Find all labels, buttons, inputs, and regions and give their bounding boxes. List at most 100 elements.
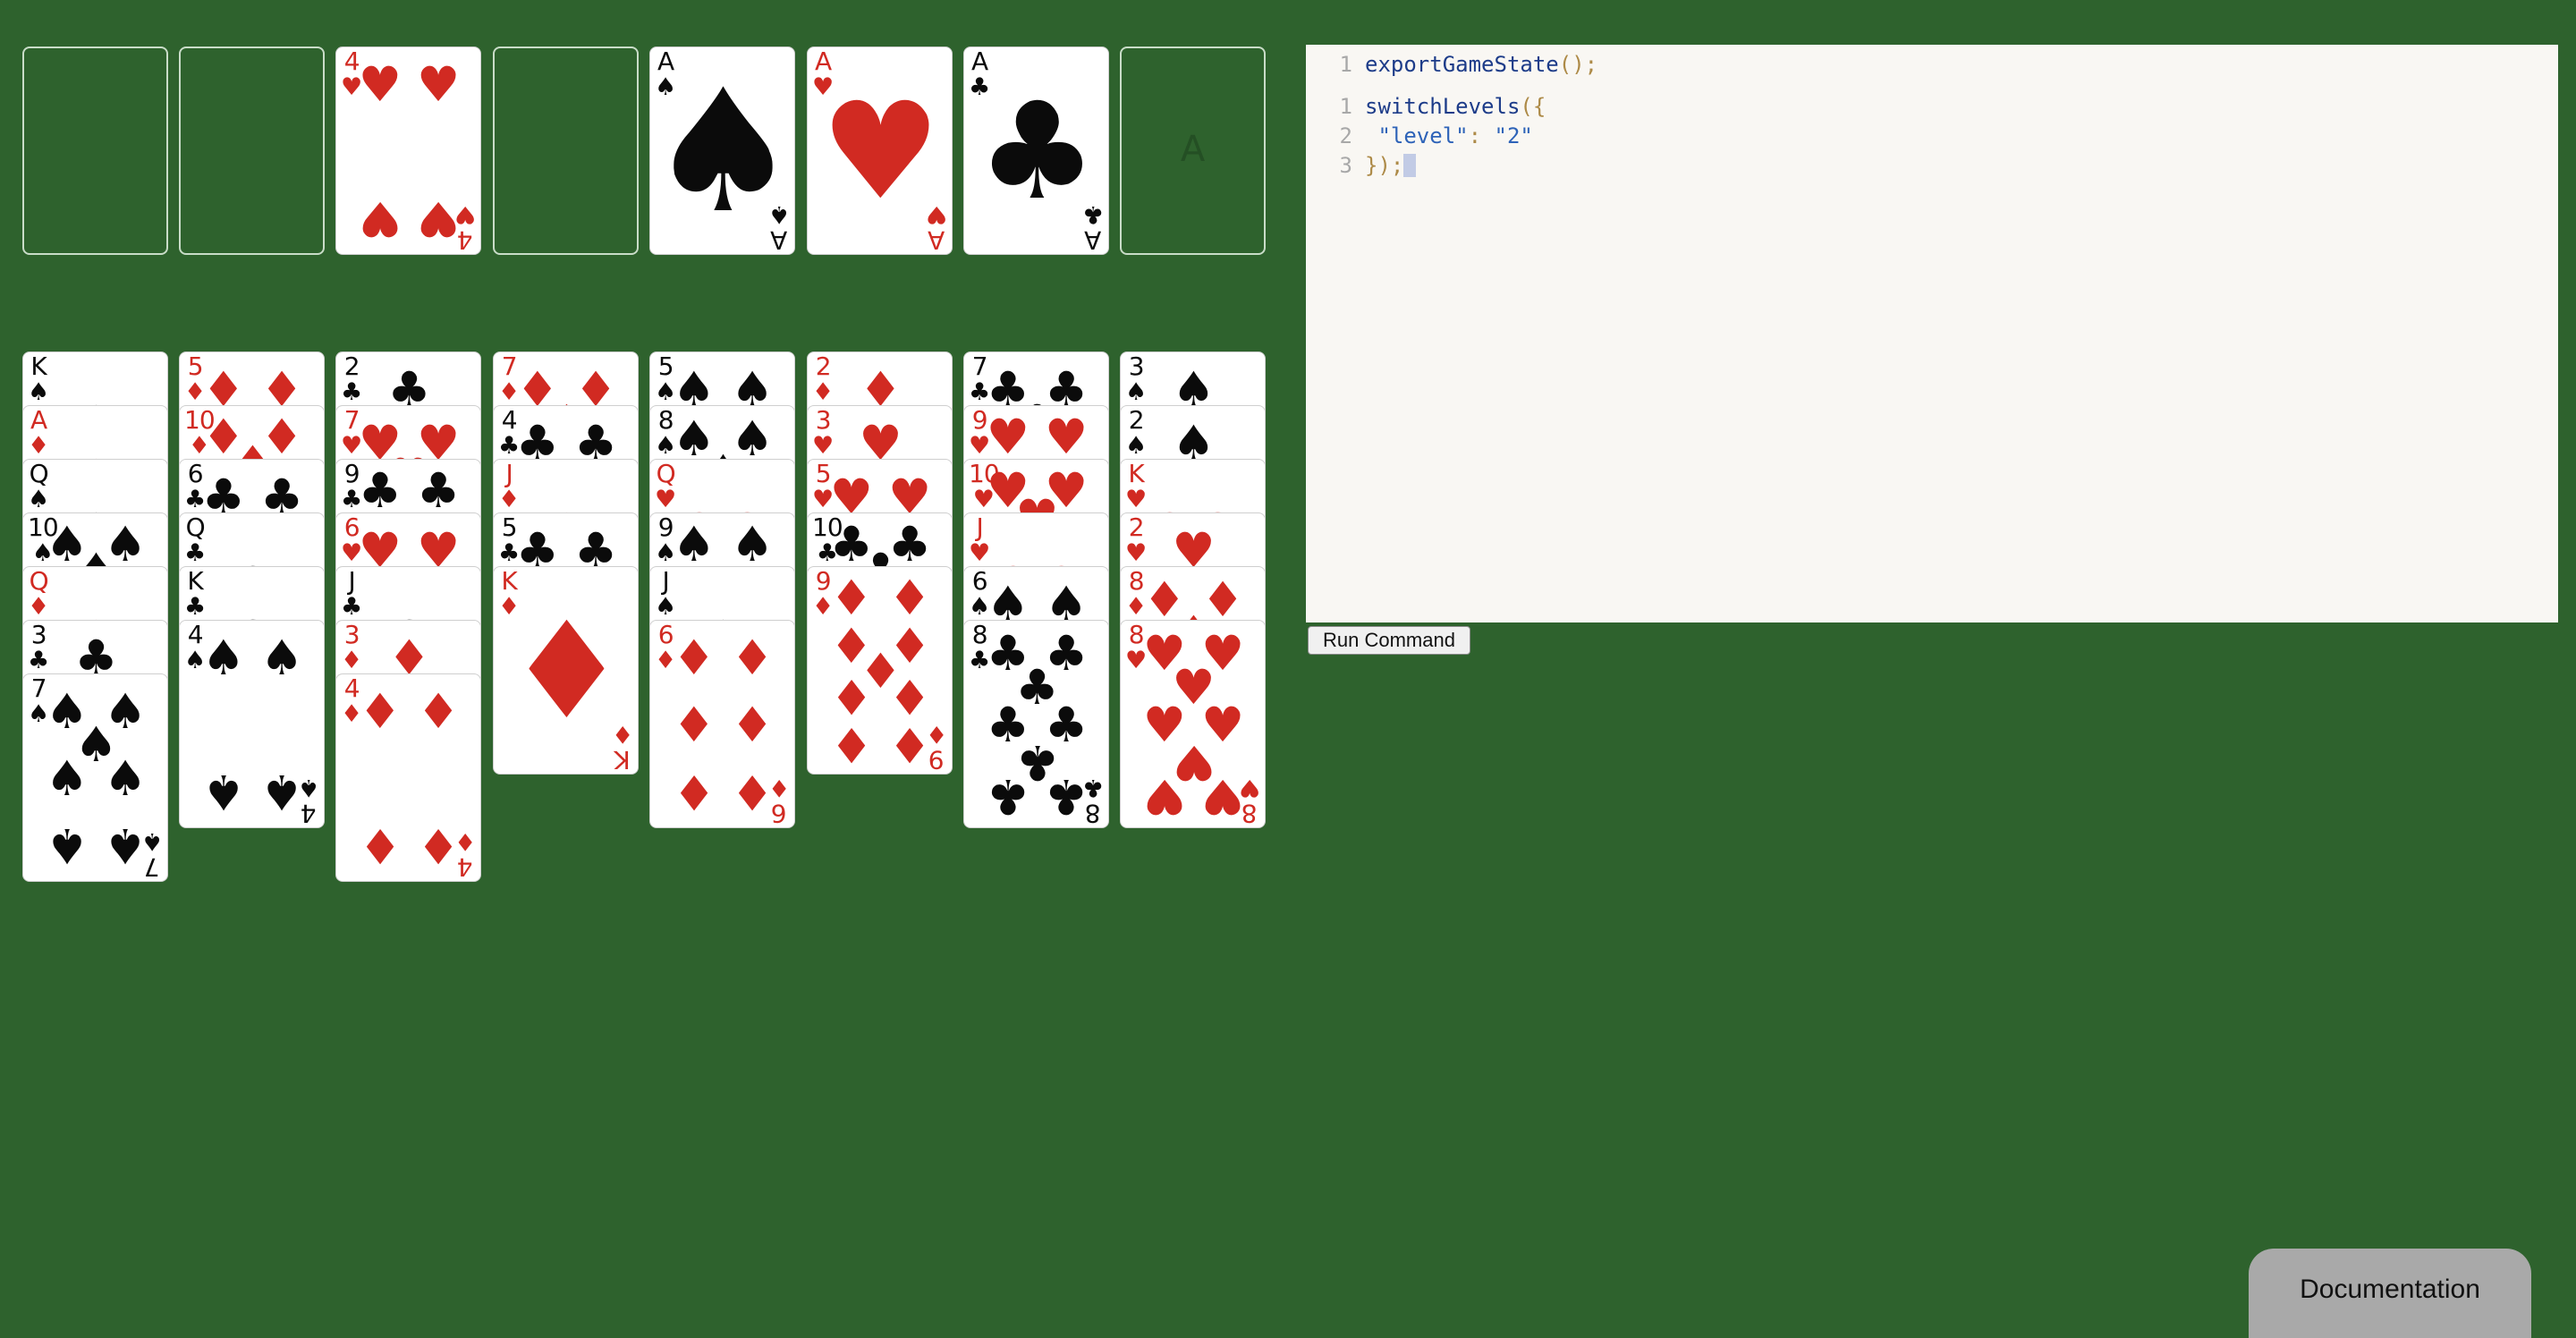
card-rank: A	[815, 47, 832, 76]
line-number: 1	[1339, 52, 1352, 77]
suit-icon: ♠	[1125, 378, 1148, 406]
suit-pip-icon: ♦	[887, 668, 932, 725]
card-8-of-clubs[interactable]: 8 ♣ 8 ♣ ♣ ♣ ♣ ♣ ♣ ♣ ♣ ♣	[963, 620, 1109, 828]
card-7-of-spades[interactable]: 7 ♠ 7 ♠ ♠ ♠ ♠ ♠ ♠ ♠ ♠	[22, 673, 168, 882]
code-text: exportGameState();	[1365, 52, 1597, 77]
suit-pip-icon: ♦	[730, 696, 775, 753]
card-rank: K	[187, 566, 203, 596]
suit-pip-icon: ♦	[672, 764, 716, 821]
line-number: 3	[1339, 153, 1352, 178]
suit-pip-icon: ♣	[1044, 767, 1089, 825]
suit-pip-icon: ♠	[103, 817, 148, 875]
code-token: "2"	[1494, 123, 1533, 148]
empty-card-slot[interactable]: A	[1120, 47, 1266, 255]
suit-pip-icon: ♥	[358, 55, 402, 113]
empty-card-slot[interactable]	[493, 47, 639, 255]
card-rank: J	[662, 566, 669, 596]
suit-pip-icon: ♦	[672, 629, 716, 686]
code-token: exportGameState	[1365, 52, 1559, 77]
card-corner-index: 3 ♥	[812, 405, 835, 460]
suit-pip-icon: ♠	[45, 817, 89, 875]
card-rank: J	[505, 459, 513, 488]
suit-pip-icon: ♦	[358, 817, 402, 875]
card-rank: 2	[1128, 512, 1145, 542]
suit-pip-icon: ♠	[45, 749, 89, 807]
suit-pip-icon: ♦	[416, 817, 461, 875]
suit-pip-icon: ♠	[103, 749, 148, 807]
card-corner-index: 3 ♣	[28, 622, 49, 673]
card-4-of-hearts[interactable]: 4 ♥ 4 ♥ ♥ ♥ ♥ ♥	[335, 47, 481, 255]
suit-icon: ♠	[1125, 432, 1148, 460]
card-rank: 3	[815, 405, 832, 435]
card-corner-index: 2 ♣	[341, 351, 363, 406]
card-rank: 3	[1128, 351, 1145, 381]
card-corner-index: 3 ♠	[1125, 351, 1148, 406]
ace-center-icon: ♠	[649, 52, 795, 250]
card-a-of-clubs[interactable]: A ♣ A ♣ ♣	[963, 47, 1109, 255]
suit-pip-icon: ♥	[1044, 408, 1089, 465]
suit-pip-icon: ♦	[829, 668, 874, 725]
code-line: 3});	[1306, 153, 2558, 180]
card-8-of-hearts[interactable]: 8 ♥ 8 ♥ ♥ ♥ ♥ ♥ ♥ ♥ ♥ ♥	[1120, 620, 1266, 828]
card-rank: K	[501, 566, 517, 596]
card-corner-index: 3 ♦	[341, 622, 362, 673]
suit-icon: ♦	[812, 378, 835, 406]
code-token: "level"	[1365, 123, 1469, 148]
suit-icon: ♣	[28, 647, 50, 674]
suit-pip-icon: ♥	[416, 55, 461, 113]
card-rank: A	[971, 47, 988, 76]
code-token: ({	[1520, 94, 1546, 119]
suit-pip-icon: ♥	[416, 191, 461, 248]
card-rank: J	[976, 512, 983, 542]
code-line: 2 "level": "2"	[1306, 123, 2558, 150]
card-6-of-diamonds[interactable]: 6 ♦ 6 ♦ ♦ ♦ ♦ ♦ ♦ ♦	[649, 620, 795, 828]
suit-pip-icon: ♠	[259, 629, 304, 686]
suit-pip-icon: ♦	[730, 764, 775, 821]
code-text: "level": "2"	[1365, 123, 1533, 148]
card-4-of-spades[interactable]: 4 ♠ 4 ♠ ♠ ♠ ♠ ♠	[179, 620, 325, 828]
card-k-of-diamonds[interactable]: K ♦ K ♦ ♦	[493, 566, 639, 775]
suit-pip-icon: ♦	[887, 716, 932, 774]
card-rank: Q	[29, 459, 49, 488]
command-editor[interactable]: 1 exportGameState(); 1 switchLevels({ 2 "lev…	[1306, 45, 2558, 622]
suit-pip-icon: ♣	[416, 462, 461, 519]
ace-center-icon: ♥	[820, 73, 941, 230]
empty-card-slot[interactable]	[22, 47, 168, 255]
face-center-icon: ♦	[506, 593, 627, 749]
card-rank: 2	[343, 351, 360, 381]
suit-pip-icon: ♦	[829, 569, 874, 626]
documentation-button[interactable]: Documentation	[2249, 1249, 2531, 1338]
card-rank: A	[30, 405, 47, 435]
run-command-button[interactable]: Run Command	[1308, 626, 1470, 655]
suit-pip-icon: ♠	[201, 764, 246, 821]
line-number: 2	[1339, 123, 1352, 148]
suit-icon: ♥	[812, 432, 835, 460]
suit-pip-icon: ♥	[1142, 767, 1187, 825]
card-rank: K	[614, 745, 631, 775]
code-token: });	[1365, 153, 1404, 178]
suit-pip-icon: ♠	[259, 764, 304, 821]
code-text: });	[1365, 153, 1417, 178]
suit-pip-icon: ♦	[358, 682, 402, 740]
code-text: switchLevels({	[1365, 94, 1546, 119]
card-rank: Q	[656, 459, 676, 488]
suit-pip-icon: ♥	[986, 408, 1030, 465]
suit-pip-icon: ♣	[986, 767, 1030, 825]
card-corner-index: 2 ♥	[1125, 512, 1147, 566]
suit-pip-icon: ♦	[416, 682, 461, 740]
card-4-of-diamonds[interactable]: 4 ♦ 4 ♦ ♦ ♦ ♦ ♦	[335, 673, 481, 882]
code-token: ();	[1558, 52, 1598, 77]
empty-card-slot[interactable]	[179, 47, 325, 255]
card-9-of-diamonds[interactable]: 9 ♦ 9 ♦ ♦ ♦ ♦ ♦ ♦ ♦ ♦ ♦ ♦	[807, 566, 953, 775]
code-token: switchLevels	[1365, 94, 1521, 119]
card-rank: Q	[29, 566, 49, 596]
suit-icon: ♣	[341, 378, 363, 406]
card-a-of-hearts[interactable]: A ♥ A ♥ ♥	[807, 47, 953, 255]
card-rank: 2	[1128, 405, 1145, 435]
card-corner-index: 2 ♠	[1125, 405, 1148, 460]
card-rank: Q	[185, 512, 206, 542]
card-a-of-spades[interactable]: A ♠ A ♠ ♠	[649, 47, 795, 255]
card-rank: K	[1128, 459, 1144, 488]
line-number: 1	[1339, 94, 1352, 119]
card-rank: 3	[30, 620, 47, 649]
